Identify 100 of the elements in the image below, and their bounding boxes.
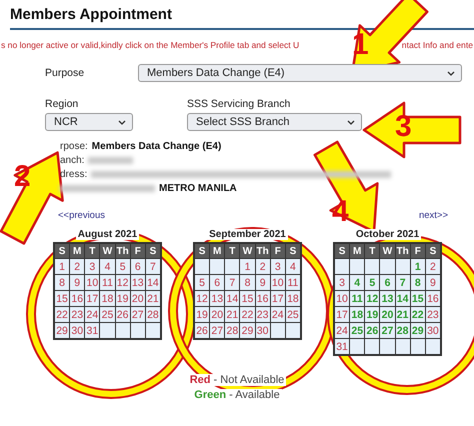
calendar-day[interactable]: 5 [195,275,210,290]
calendar-day[interactable]: 7 [396,275,410,290]
calendar-day[interactable]: 21 [396,307,410,322]
calendar-day[interactable]: 2 [426,259,440,274]
weekday-header: M [350,244,364,258]
calendar-day[interactable]: 22 [240,307,255,322]
calendar-day[interactable]: 8 [55,275,70,290]
calendar-day[interactable]: 18 [100,291,115,306]
calendar-day[interactable]: 26 [365,323,380,338]
calendar-day[interactable]: 29 [410,323,425,338]
step-number: 4 [332,197,349,227]
calendar-day[interactable]: 18 [350,307,364,322]
calendar-day[interactable]: 9 [256,275,270,290]
calendar-day[interactable]: 11 [100,275,115,290]
calendar-day[interactable]: 6 [210,275,224,290]
calendar-day[interactable]: 16 [256,291,270,306]
calendar-day[interactable]: 15 [410,291,425,306]
calendar-day[interactable]: 27 [380,323,395,338]
calendar-day[interactable]: 11 [350,291,364,306]
calendar-day[interactable]: 30 [70,323,84,338]
calendar-day[interactable]: 22 [55,307,70,322]
calendar-day[interactable]: 30 [256,323,270,338]
calendar-day[interactable]: 13 [210,291,224,306]
calendar-day[interactable]: 12 [195,291,210,306]
calendar-day[interactable]: 28 [396,323,410,338]
calendar-day[interactable]: 6 [380,275,395,290]
calendar-day[interactable]: 5 [116,259,130,274]
calendar-day[interactable]: 22 [410,307,425,322]
calendar-day[interactable]: 13 [380,291,395,306]
previous-link[interactable]: <<previous [58,210,106,221]
calendar-day[interactable]: 25 [100,307,115,322]
calendar-day[interactable]: 9 [70,275,84,290]
calendar-day[interactable]: 17 [270,291,285,306]
branch-select[interactable]: Select SSS Branch [187,113,362,131]
calendar-day[interactable]: 19 [116,291,130,306]
calendar-day[interactable]: 25 [286,307,300,322]
calendar-day[interactable]: 20 [130,291,145,306]
calendar-day[interactable]: 12 [116,275,130,290]
calendar-day[interactable]: 24 [85,307,100,322]
calendar-day[interactable]: 8 [240,275,255,290]
next-link[interactable]: next>> [418,210,448,221]
calendar-day[interactable]: 26 [116,307,130,322]
calendar-day[interactable]: 2 [70,259,84,274]
calendar-day[interactable]: 28 [225,323,240,338]
calendar-day[interactable]: 31 [85,323,100,338]
calendar-day[interactable]: 16 [426,291,440,306]
warning-text: s no longer active or valid,kindly click on the Member's Profile tab and select U [1,40,300,50]
calendar-day[interactable]: 30 [426,323,440,338]
calendar-day[interactable]: 15 [55,291,70,306]
calendar-day[interactable]: 23 [70,307,84,322]
calendar-day[interactable]: 14 [146,275,160,290]
calendar-day[interactable]: 4 [350,275,364,290]
calendar-day[interactable]: 14 [225,291,240,306]
calendar-day[interactable]: 2 [256,259,270,274]
calendar-day[interactable]: 3 [270,259,285,274]
calendar-day[interactable]: 19 [195,307,210,322]
calendar-day[interactable]: 7 [225,275,240,290]
calendar-day[interactable]: 17 [335,307,350,322]
calendar-day[interactable]: 27 [210,323,224,338]
calendar-day[interactable]: 4 [286,259,300,274]
calendar-day[interactable]: 1 [240,259,255,274]
calendar-day[interactable]: 20 [380,307,395,322]
calendar-day[interactable]: 7 [146,259,160,274]
calendar-day[interactable]: 29 [55,323,70,338]
calendar-day[interactable]: 25 [350,323,364,338]
calendar-day[interactable]: 11 [286,275,300,290]
calendar-day[interactable]: 29 [240,323,255,338]
calendar-day[interactable]: 17 [85,291,100,306]
calendar-day[interactable]: 19 [365,307,380,322]
calendar-day[interactable]: 13 [130,275,145,290]
calendar-day[interactable]: 3 [85,259,100,274]
calendar-day[interactable]: 15 [240,291,255,306]
purpose-select[interactable]: Members Data Change (E4) [138,64,462,82]
calendar-day[interactable]: 27 [130,307,145,322]
calendar-day[interactable]: 3 [335,275,350,290]
calendar-day[interactable]: 4 [100,259,115,274]
calendar-day[interactable]: 16 [70,291,84,306]
calendar-day[interactable]: 14 [396,291,410,306]
calendar-day[interactable]: 24 [270,307,285,322]
calendar-day[interactable]: 12 [365,291,380,306]
calendar-day[interactable]: 9 [426,275,440,290]
calendar-day[interactable]: 5 [365,275,380,290]
calendar-day[interactable]: 28 [146,307,160,322]
calendar-day[interactable]: 23 [426,307,440,322]
calendar-day[interactable]: 1 [55,259,70,274]
calendar-day[interactable]: 21 [146,291,160,306]
calendar-day[interactable]: 10 [335,291,350,306]
calendar-day[interactable]: 21 [225,307,240,322]
calendar-day[interactable]: 20 [210,307,224,322]
calendar-day[interactable]: 18 [286,291,300,306]
region-select[interactable]: NCR [45,113,133,131]
calendar-day[interactable]: 24 [335,323,350,338]
calendar-day[interactable]: 26 [195,323,210,338]
calendar-day[interactable]: 1 [410,259,425,274]
calendar-day[interactable]: 31 [335,339,350,354]
calendar-day[interactable]: 6 [130,259,145,274]
calendar-day[interactable]: 8 [410,275,425,290]
calendar-day[interactable]: 10 [270,275,285,290]
calendar-day[interactable]: 10 [85,275,100,290]
calendar-day[interactable]: 23 [256,307,270,322]
